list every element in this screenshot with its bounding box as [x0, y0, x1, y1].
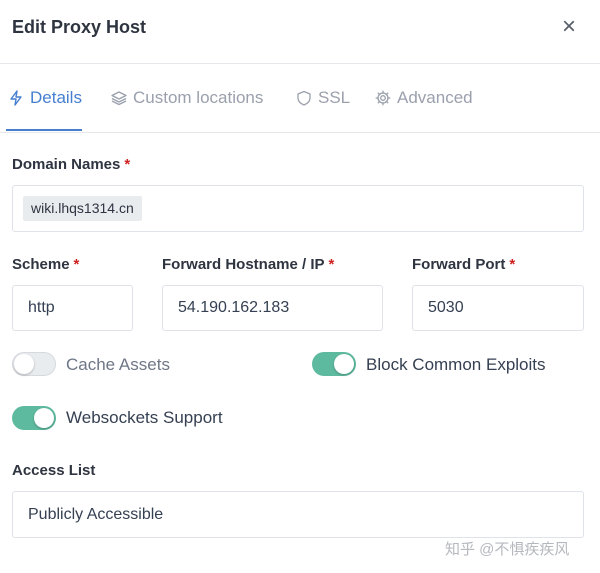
tab-details[interactable]: Details: [8, 87, 82, 109]
forward-hostname-input[interactable]: 54.190.162.183: [162, 285, 383, 331]
forward-hostname-label: Forward Hostname / IP *: [162, 256, 335, 273]
modal-header: Edit Proxy Host ×: [0, 0, 600, 64]
forward-port-value: 5030: [428, 299, 464, 316]
access-list-label: Access List: [12, 462, 96, 479]
tab-advanced[interactable]: Advanced: [375, 87, 473, 109]
required-mark: *: [73, 256, 80, 273]
toggle-knob: [14, 354, 34, 374]
shield-icon: [296, 90, 312, 106]
gear-icon: [375, 90, 391, 106]
modal-title: Edit Proxy Host: [12, 17, 147, 37]
required-mark: *: [124, 156, 131, 173]
access-list-value: Publicly Accessible: [28, 506, 164, 523]
tab-ssl[interactable]: SSL: [296, 87, 350, 109]
scheme-value: http: [28, 299, 55, 316]
scheme-label: Scheme *: [12, 256, 80, 273]
tab-custom-locations[interactable]: Custom locations: [111, 87, 263, 109]
websockets-toggle[interactable]: [12, 406, 56, 430]
tab-bar: Details Custom locations SSL Advanced: [0, 64, 600, 133]
cache-assets-toggle[interactable]: [12, 352, 56, 376]
bolt-icon: [8, 90, 24, 106]
cache-assets-label: Cache Assets: [66, 355, 170, 374]
tab-label: SSL: [318, 88, 351, 107]
domain-chip[interactable]: wiki.lhqs1314.cn: [23, 196, 142, 221]
watermark: 知乎 @不惧疾疾风: [445, 541, 570, 558]
active-tab-indicator: [6, 129, 82, 131]
required-mark: *: [328, 256, 335, 273]
tab-label: Details: [30, 88, 82, 107]
domain-names-input[interactable]: wiki.lhqs1314.cn: [12, 185, 584, 232]
access-list-select[interactable]: Publicly Accessible: [12, 491, 584, 538]
block-exploits-toggle[interactable]: [312, 352, 356, 376]
tab-label: Advanced: [397, 88, 473, 107]
forward-port-input[interactable]: 5030: [412, 285, 584, 331]
block-exploits-label: Block Common Exploits: [366, 355, 546, 374]
scheme-input[interactable]: http: [12, 285, 133, 331]
close-icon[interactable]: ×: [558, 14, 580, 40]
websockets-label: Websockets Support: [66, 408, 223, 427]
tab-label: Custom locations: [133, 88, 264, 107]
layers-icon: [111, 90, 127, 106]
forward-hostname-value: 54.190.162.183: [178, 299, 290, 316]
toggle-knob: [334, 354, 354, 374]
domain-names-label: Domain Names *: [12, 156, 131, 173]
required-mark: *: [509, 256, 516, 273]
toggle-knob: [34, 408, 54, 428]
forward-port-label: Forward Port *: [412, 256, 516, 273]
